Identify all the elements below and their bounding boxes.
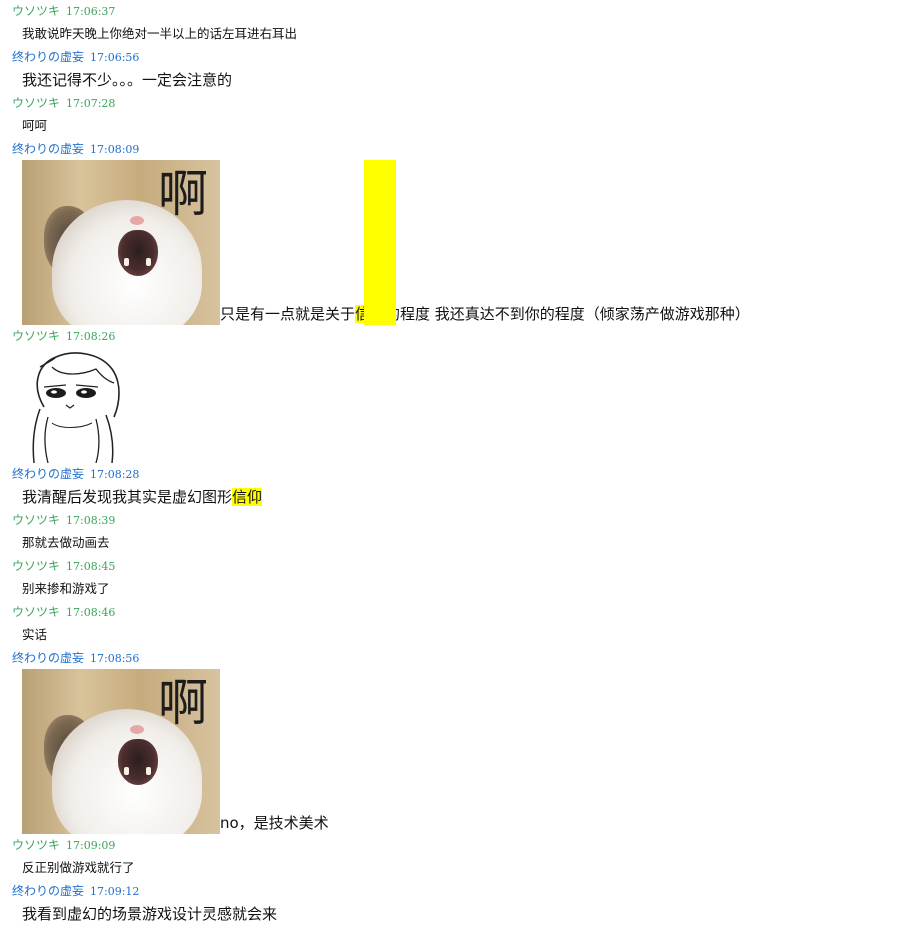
chat-message: ウソツキ 17:08:39 那就去做动画去 [0, 509, 909, 555]
message-header: 终わりの虚妄 17:06:56 [0, 46, 909, 68]
chat-message: ウソツキ 17:08:45 别来掺和游戏了 [0, 555, 909, 601]
message-header: ウソツキ 17:08:39 [0, 509, 909, 531]
search-highlight-bar [364, 160, 396, 325]
cat-sticker-image[interactable]: 啊 [22, 160, 220, 325]
message-text: 我敢说昨天晚上你绝对一半以上的话左耳进右耳出 [22, 26, 298, 41]
message-text: 我清醒后发现我其实是虚幻图形信仰 [0, 485, 909, 509]
message-header: ウソツキ 17:08:26 [0, 325, 909, 347]
sender-name[interactable]: ウソツキ [12, 92, 60, 114]
chat-message: ウソツキ 17:06:37 我敢说昨天晚上你绝对一半以上的话左耳进右耳出 [0, 0, 909, 46]
sender-name[interactable]: 终わりの虚妄 [12, 880, 84, 902]
cat-tooth [146, 258, 151, 266]
message-text: 实话 [22, 627, 48, 642]
cat-mouth [118, 739, 158, 785]
sketch-face-sticker-image[interactable] [22, 347, 126, 463]
message-text: no，是技术美术 [220, 814, 329, 832]
sender-name[interactable]: ウソツキ [12, 834, 60, 856]
message-time: 17:09:09 [66, 839, 116, 852]
message-header: ウソツキ 17:07:28 [0, 92, 909, 114]
sender-name[interactable]: 终わりの虚妄 [12, 647, 84, 669]
chat-message: 终わりの虚妄 17:08:56 啊 no，是技术美术 [0, 647, 909, 834]
sender-name[interactable]: ウソツキ [12, 601, 60, 623]
message-time: 17:08:45 [66, 560, 116, 573]
image-message-row: 啊 no，是技术美术 [0, 669, 909, 834]
message-header: 终わりの虚妄 17:08:09 [0, 138, 909, 160]
message-header: ウソツキ 17:08:45 [0, 555, 909, 577]
message-time: 17:08:56 [90, 652, 140, 665]
message-text: 别来掺和游戏了 [22, 581, 110, 596]
message-time: 17:08:39 [66, 514, 116, 527]
cat-sticker-image[interactable]: 啊 [22, 669, 220, 834]
sender-name[interactable]: ウソツキ [12, 325, 60, 347]
chat-message: ウソツキ 17:08:46 实话 [0, 601, 909, 647]
message-header: ウソツキ 17:09:09 [0, 834, 909, 856]
sender-name[interactable]: ウソツキ [12, 0, 60, 22]
chat-message: 终わりの虚妄 17:06:56 我还记得不少。。。一定会注意的 [0, 46, 909, 92]
message-text: 那就去做动画去 [22, 535, 110, 550]
cat-nose [130, 725, 144, 734]
message-time: 17:09:12 [90, 885, 140, 898]
message-header: 终わりの虚妄 17:08:56 [0, 647, 909, 669]
chat-message: 终わりの虚妄 17:08:28 我清醒后发现我其实是虚幻图形信仰 [0, 463, 909, 509]
message-text: 反正别做游戏就行了 [22, 860, 135, 875]
message-time: 17:08:09 [90, 143, 140, 156]
sticker-text: 啊 [158, 165, 208, 223]
message-header: ウソツキ 17:08:46 [0, 601, 909, 623]
sender-name[interactable]: 终わりの虚妄 [12, 138, 84, 160]
message-text: 我看到虚幻的场景游戏设计灵感就会来 [22, 905, 278, 923]
message-header: 终わりの虚妄 17:09:12 [0, 880, 909, 902]
image-message-row: 啊 只是有一点就是关于信仰的程度 我还真达不到你的程度（倾家荡产做游戏那种） [0, 160, 909, 325]
sender-name[interactable]: 终わりの虚妄 [12, 46, 84, 68]
chat-message: ウソツキ 17:08:26 [0, 325, 909, 463]
message-time: 17:08:46 [66, 606, 116, 619]
chat-message: ウソツキ 17:09:09 反正别做游戏就行了 [0, 834, 909, 880]
highlighted-keyword: 信仰 [232, 488, 263, 506]
message-text: 呵呵 [22, 118, 48, 133]
cat-tooth [124, 767, 129, 775]
message-time: 17:08:26 [66, 330, 116, 343]
sender-name[interactable]: ウソツキ [12, 509, 60, 531]
cat-nose [130, 216, 144, 225]
sender-name[interactable]: 终わりの虚妄 [12, 463, 84, 485]
sender-name[interactable]: ウソツキ [12, 555, 60, 577]
message-text-part: 我清醒后发现我其实是虚幻图形 [22, 488, 233, 506]
message-text: 我还记得不少。。。一定会注意的 [22, 71, 233, 89]
sticker-text: 啊 [158, 674, 208, 732]
caption-text: 的程度 我还真达不到你的程度（倾家荡产做游戏那种） [385, 305, 750, 323]
message-header: 终わりの虚妄 17:08:28 [0, 463, 909, 485]
cat-tooth [124, 258, 129, 266]
message-header: ウソツキ 17:06:37 [0, 0, 909, 22]
message-time: 17:06:56 [90, 51, 140, 64]
chat-message: 终わりの虚妄 17:08:09 啊 只是有一点就是关于信仰的程度 我还真达不到你的… [0, 138, 909, 325]
message-text: 只是有一点就是关于信仰的程度 我还真达不到你的程度（倾家荡产做游戏那种） [220, 303, 750, 325]
cat-tooth [146, 767, 151, 775]
chat-message: 终わりの虚妄 17:09:12 我看到虚幻的场景游戏设计灵感就会来 [0, 880, 909, 926]
message-time: 17:06:37 [66, 5, 116, 18]
message-time: 17:08:28 [90, 468, 140, 481]
caption-text: 只是有一点就是关于 [220, 305, 356, 323]
cat-mouth [118, 230, 158, 276]
chat-message: ウソツキ 17:07:28 呵呵 [0, 92, 909, 138]
message-time: 17:07:28 [66, 97, 116, 110]
